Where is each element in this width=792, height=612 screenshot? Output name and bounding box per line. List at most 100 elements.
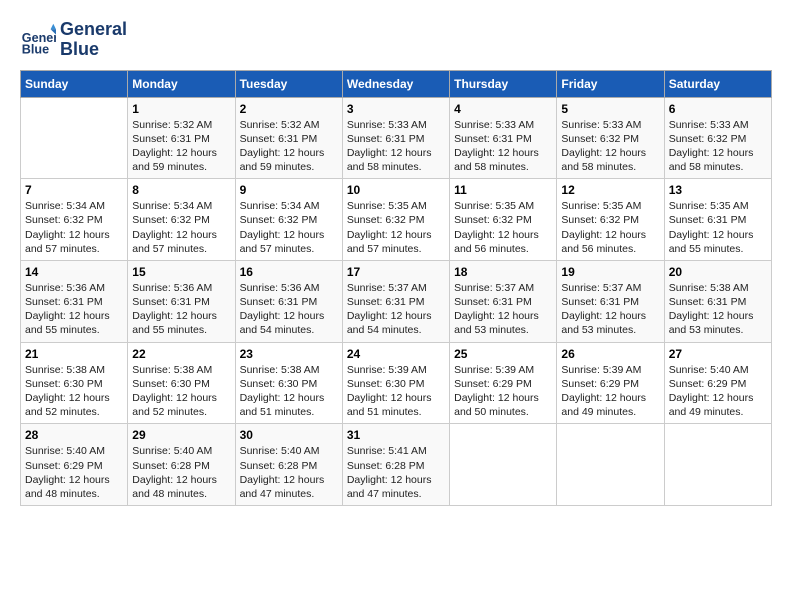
- week-row-5: 28Sunrise: 5:40 AM Sunset: 6:29 PM Dayli…: [21, 424, 772, 506]
- day-info: Sunrise: 5:34 AM Sunset: 6:32 PM Dayligh…: [240, 199, 338, 256]
- day-number: 20: [669, 265, 767, 279]
- page-header: General Blue General Blue: [20, 20, 772, 60]
- day-info: Sunrise: 5:35 AM Sunset: 6:32 PM Dayligh…: [347, 199, 445, 256]
- day-number: 4: [454, 102, 552, 116]
- day-info: Sunrise: 5:38 AM Sunset: 6:31 PM Dayligh…: [669, 281, 767, 338]
- week-row-1: 1 Sunrise: 5:32 AM Sunset: 6:31 PM Daylig…: [21, 97, 772, 179]
- calendar-cell: 1 Sunrise: 5:32 AM Sunset: 6:31 PM Daylig…: [128, 97, 235, 179]
- calendar-cell: 2 Sunrise: 5:32 AM Sunset: 6:31 PM Daylig…: [235, 97, 342, 179]
- day-info: Sunrise: 5:35 AM Sunset: 6:31 PM Dayligh…: [669, 199, 767, 256]
- day-info: Sunrise: 5:37 AM Sunset: 6:31 PM Dayligh…: [561, 281, 659, 338]
- day-info: Sunrise: 5:40 AM Sunset: 6:28 PM Dayligh…: [132, 444, 230, 501]
- calendar-cell: 18Sunrise: 5:37 AM Sunset: 6:31 PM Dayli…: [450, 260, 557, 342]
- day-number: 19: [561, 265, 659, 279]
- calendar-cell: 27 Sunrise: 5:40 AM Sunset: 6:29 PM Dayli…: [664, 342, 771, 424]
- day-info: Sunrise: 5:34 AM Sunset: 6:32 PM Dayligh…: [132, 199, 230, 256]
- day-info: Sunrise: 5:36 AM Sunset: 6:31 PM Dayligh…: [25, 281, 123, 338]
- calendar-cell: 15 Sunrise: 5:36 AM Sunset: 6:31 PM Dayli…: [128, 260, 235, 342]
- calendar-cell: 16 Sunrise: 5:36 AM Sunset: 6:31 PM Dayli…: [235, 260, 342, 342]
- day-info: Sunrise: 5:32 AM Sunset: 6:31 PM Dayligh…: [240, 118, 338, 175]
- day-number: 6: [669, 102, 767, 116]
- day-number: 16: [240, 265, 338, 279]
- calendar-cell: 17 Sunrise: 5:37 AM Sunset: 6:31 PM Dayli…: [342, 260, 449, 342]
- calendar-cell: 8 Sunrise: 5:34 AM Sunset: 6:32 PM Daylig…: [128, 179, 235, 261]
- day-number: 25: [454, 347, 552, 361]
- day-number: 14: [25, 265, 123, 279]
- day-number: 31: [347, 428, 445, 442]
- day-number: 13: [669, 183, 767, 197]
- day-number: 11: [454, 183, 552, 197]
- calendar-cell: 23 Sunrise: 5:38 AM Sunset: 6:30 PM Dayli…: [235, 342, 342, 424]
- day-number: 1: [132, 102, 230, 116]
- day-number: 30: [240, 428, 338, 442]
- header-friday: Friday: [557, 70, 664, 97]
- calendar-cell: 25 Sunrise: 5:39 AM Sunset: 6:29 PM Dayli…: [450, 342, 557, 424]
- calendar-cell: 9 Sunrise: 5:34 AM Sunset: 6:32 PM Daylig…: [235, 179, 342, 261]
- day-number: 21: [25, 347, 123, 361]
- week-row-4: 21 Sunrise: 5:38 AM Sunset: 6:30 PM Dayli…: [21, 342, 772, 424]
- calendar-cell: 5 Sunrise: 5:33 AM Sunset: 6:32 PM Daylig…: [557, 97, 664, 179]
- day-info: Sunrise: 5:37 AM Sunset: 6:31 PM Dayligh…: [347, 281, 445, 338]
- day-info: Sunrise: 5:38 AM Sunset: 6:30 PM Dayligh…: [25, 363, 123, 420]
- calendar-cell: 26Sunrise: 5:39 AM Sunset: 6:29 PM Dayli…: [557, 342, 664, 424]
- header-sunday: Sunday: [21, 70, 128, 97]
- day-info: Sunrise: 5:32 AM Sunset: 6:31 PM Dayligh…: [132, 118, 230, 175]
- day-number: 24: [347, 347, 445, 361]
- day-info: Sunrise: 5:33 AM Sunset: 6:31 PM Dayligh…: [347, 118, 445, 175]
- calendar-cell: [664, 424, 771, 506]
- day-info: Sunrise: 5:33 AM Sunset: 6:32 PM Dayligh…: [561, 118, 659, 175]
- week-row-2: 7 Sunrise: 5:34 AM Sunset: 6:32 PM Daylig…: [21, 179, 772, 261]
- day-number: 27: [669, 347, 767, 361]
- day-info: Sunrise: 5:38 AM Sunset: 6:30 PM Dayligh…: [132, 363, 230, 420]
- day-info: Sunrise: 5:39 AM Sunset: 6:29 PM Dayligh…: [454, 363, 552, 420]
- day-number: 23: [240, 347, 338, 361]
- day-info: Sunrise: 5:35 AM Sunset: 6:32 PM Dayligh…: [454, 199, 552, 256]
- calendar-cell: 11 Sunrise: 5:35 AM Sunset: 6:32 PM Dayli…: [450, 179, 557, 261]
- day-number: 3: [347, 102, 445, 116]
- day-number: 12: [561, 183, 659, 197]
- calendar-cell: 13 Sunrise: 5:35 AM Sunset: 6:31 PM Dayli…: [664, 179, 771, 261]
- day-info: Sunrise: 5:36 AM Sunset: 6:31 PM Dayligh…: [240, 281, 338, 338]
- day-info: Sunrise: 5:40 AM Sunset: 6:29 PM Dayligh…: [669, 363, 767, 420]
- week-row-3: 14 Sunrise: 5:36 AM Sunset: 6:31 PM Dayli…: [21, 260, 772, 342]
- day-number: 17: [347, 265, 445, 279]
- day-info: Sunrise: 5:40 AM Sunset: 6:29 PM Dayligh…: [25, 444, 123, 501]
- day-info: Sunrise: 5:37 AM Sunset: 6:31 PM Dayligh…: [454, 281, 552, 338]
- calendar-cell: 28Sunrise: 5:40 AM Sunset: 6:29 PM Dayli…: [21, 424, 128, 506]
- day-info: Sunrise: 5:41 AM Sunset: 6:28 PM Dayligh…: [347, 444, 445, 501]
- calendar-cell: 12Sunrise: 5:35 AM Sunset: 6:32 PM Dayli…: [557, 179, 664, 261]
- calendar-cell: 31 Sunrise: 5:41 AM Sunset: 6:28 PM Dayli…: [342, 424, 449, 506]
- calendar-cell: 3 Sunrise: 5:33 AM Sunset: 6:31 PM Daylig…: [342, 97, 449, 179]
- day-number: 7: [25, 183, 123, 197]
- header-thursday: Thursday: [450, 70, 557, 97]
- calendar-cell: [21, 97, 128, 179]
- header-tuesday: Tuesday: [235, 70, 342, 97]
- calendar-cell: 24Sunrise: 5:39 AM Sunset: 6:30 PM Dayli…: [342, 342, 449, 424]
- day-info: Sunrise: 5:36 AM Sunset: 6:31 PM Dayligh…: [132, 281, 230, 338]
- day-number: 9: [240, 183, 338, 197]
- logo: General Blue General Blue: [20, 20, 127, 60]
- header-wednesday: Wednesday: [342, 70, 449, 97]
- day-number: 5: [561, 102, 659, 116]
- day-number: 22: [132, 347, 230, 361]
- calendar-header-row: SundayMondayTuesdayWednesdayThursdayFrid…: [21, 70, 772, 97]
- day-number: 26: [561, 347, 659, 361]
- day-number: 29: [132, 428, 230, 442]
- calendar-cell: 20 Sunrise: 5:38 AM Sunset: 6:31 PM Dayli…: [664, 260, 771, 342]
- day-info: Sunrise: 5:33 AM Sunset: 6:32 PM Dayligh…: [669, 118, 767, 175]
- day-number: 15: [132, 265, 230, 279]
- day-number: 8: [132, 183, 230, 197]
- calendar-cell: 6 Sunrise: 5:33 AM Sunset: 6:32 PM Daylig…: [664, 97, 771, 179]
- day-info: Sunrise: 5:33 AM Sunset: 6:31 PM Dayligh…: [454, 118, 552, 175]
- day-info: Sunrise: 5:38 AM Sunset: 6:30 PM Dayligh…: [240, 363, 338, 420]
- calendar-cell: 10Sunrise: 5:35 AM Sunset: 6:32 PM Dayli…: [342, 179, 449, 261]
- day-info: Sunrise: 5:34 AM Sunset: 6:32 PM Dayligh…: [25, 199, 123, 256]
- calendar-cell: 30 Sunrise: 5:40 AM Sunset: 6:28 PM Dayli…: [235, 424, 342, 506]
- calendar-cell: [557, 424, 664, 506]
- day-info: Sunrise: 5:40 AM Sunset: 6:28 PM Dayligh…: [240, 444, 338, 501]
- day-number: 2: [240, 102, 338, 116]
- calendar-cell: 29 Sunrise: 5:40 AM Sunset: 6:28 PM Dayli…: [128, 424, 235, 506]
- calendar-cell: 22 Sunrise: 5:38 AM Sunset: 6:30 PM Dayli…: [128, 342, 235, 424]
- logo-text: General Blue: [60, 20, 127, 60]
- calendar-table: SundayMondayTuesdayWednesdayThursdayFrid…: [20, 70, 772, 506]
